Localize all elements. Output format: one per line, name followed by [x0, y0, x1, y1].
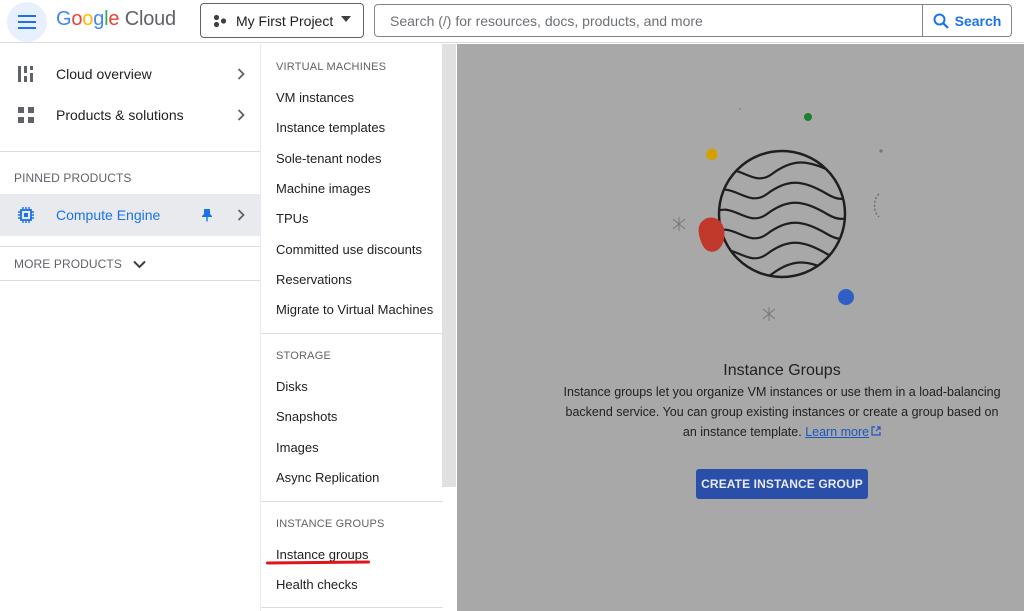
project-name: My First Project — [236, 12, 334, 29]
section-heading-virtual-machines: VIRTUAL MACHINES — [276, 61, 387, 73]
left-navigation: Cloud overview Products & solutions PINN… — [0, 44, 260, 611]
page-title: Instance Groups — [723, 362, 841, 379]
submenu-item-snapshots[interactable]: Snapshots — [276, 409, 337, 424]
nav-item-compute-engine[interactable]: Compute Engine — [0, 194, 260, 236]
pinned-products-label: PINNED PRODUCTS — [14, 171, 132, 185]
menu-icon — [18, 15, 36, 29]
search-icon — [933, 13, 949, 29]
dashboard-icon — [18, 66, 33, 82]
submenu-scrollbar[interactable] — [442, 44, 456, 487]
submenu-item-images[interactable]: Images — [276, 440, 319, 455]
project-icon — [213, 14, 227, 27]
divider — [261, 333, 443, 334]
submenu-item-health-checks[interactable]: Health checks — [276, 577, 358, 592]
chevron-right-icon — [237, 109, 245, 121]
compute-engine-submenu: VIRTUAL MACHINES VM instances Instance t… — [260, 44, 457, 611]
submenu-item-vm-instances[interactable]: VM instances — [276, 90, 354, 105]
instance-groups-description: Instance groups let you organize VM inst… — [563, 385, 1001, 439]
pin-icon[interactable] — [201, 208, 213, 222]
external-link-icon — [871, 426, 881, 436]
submenu-item-disks[interactable]: Disks — [276, 379, 308, 394]
submenu-item-tpus[interactable]: TPUs — [276, 211, 309, 226]
chevron-right-icon — [237, 68, 245, 80]
chip-icon — [18, 207, 34, 223]
project-picker-button[interactable]: My First Project — [200, 3, 364, 38]
chevron-right-icon — [237, 209, 245, 221]
chevron-down-icon — [341, 16, 351, 22]
section-heading-storage: STORAGE — [276, 350, 331, 362]
instance-groups-illustration — [672, 108, 883, 321]
create-instance-group-button[interactable]: CREATE INSTANCE GROUP — [696, 469, 868, 499]
submenu-item-instance-templates[interactable]: Instance templates — [276, 120, 385, 135]
submenu-item-async-replication[interactable]: Async Replication — [276, 470, 379, 485]
submenu-item-committed-use-discounts[interactable]: Committed use discounts — [276, 242, 422, 257]
divider — [0, 280, 260, 281]
divider — [261, 501, 443, 502]
search-input[interactable] — [375, 5, 922, 36]
section-heading-instance-groups: INSTANCE GROUPS — [276, 518, 385, 530]
divider — [0, 151, 260, 152]
search-bar: Search — [374, 4, 1012, 37]
submenu-item-migrate-to-vms[interactable]: Migrate to Virtual Machines — [276, 302, 433, 317]
nav-item-cloud-overview[interactable]: Cloud overview — [0, 54, 260, 94]
learn-more-link[interactable]: Learn more — [805, 425, 881, 439]
top-bar: Google Cloud My First Project Search — [0, 0, 1024, 43]
chevron-down-icon — [133, 260, 146, 268]
submenu-item-machine-images[interactable]: Machine images — [276, 181, 371, 196]
divider — [0, 246, 260, 247]
more-products-toggle[interactable]: MORE PRODUCTS — [14, 257, 146, 271]
divider — [261, 607, 443, 608]
nav-item-products-solutions[interactable]: Products & solutions — [0, 95, 260, 135]
main-content: Instance Groups Instance groups let you … — [457, 44, 1024, 611]
submenu-item-reservations[interactable]: Reservations — [276, 272, 352, 287]
search-button[interactable]: Search — [922, 5, 1011, 36]
grid-icon — [18, 107, 34, 123]
submenu-item-sole-tenant-nodes[interactable]: Sole-tenant nodes — [276, 151, 382, 166]
main-menu-button[interactable] — [7, 2, 47, 42]
google-cloud-logo[interactable]: Google Cloud — [56, 8, 176, 31]
